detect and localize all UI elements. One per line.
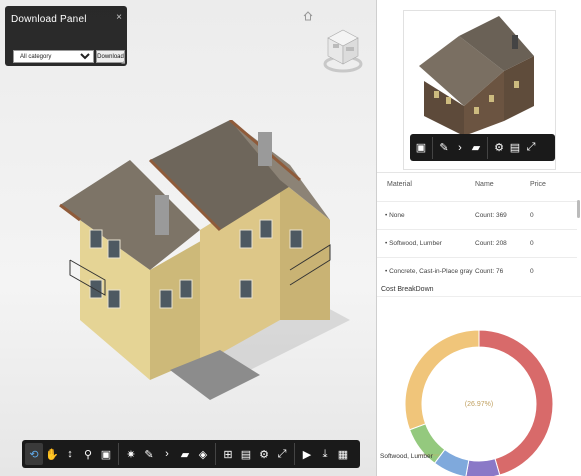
measure-icon[interactable]: ✎ xyxy=(140,443,158,465)
cost-breakdown-title: Cost BreakDown xyxy=(381,286,434,293)
cube-icon[interactable]: ◈ xyxy=(194,443,212,465)
donut-slice-purple[interactable] xyxy=(465,458,501,476)
download-panel: Download Panel × All category Download ◢ xyxy=(5,6,127,66)
preview-toolbar: ▣ ✎ › ▰ ⚙ ▤ ⤢ xyxy=(410,134,555,161)
name-cell: Count: 76 xyxy=(475,268,504,275)
column-header-material[interactable]: Material xyxy=(387,181,412,188)
house-model[interactable] xyxy=(50,120,350,420)
column-header-name[interactable]: Name xyxy=(475,181,494,188)
folder-icon[interactable]: ▰ xyxy=(468,137,484,159)
material-cell: • Concrete, Cast-in-Place gray xyxy=(385,268,473,275)
play-icon[interactable]: ▶ xyxy=(298,443,316,465)
category-select[interactable]: All category xyxy=(13,50,94,63)
material-cell: • None xyxy=(385,212,405,219)
name-cell: Count: 208 xyxy=(475,240,507,247)
table-row[interactable]: • None Count: 369 0 xyxy=(377,201,577,230)
3d-viewer[interactable]: Download Panel × All category Download ◢ xyxy=(0,0,376,476)
column-header-price[interactable]: Price xyxy=(530,181,546,188)
toolbar-divider xyxy=(215,443,216,465)
toolbar-divider xyxy=(294,443,295,465)
folder-icon[interactable]: ▰ xyxy=(176,443,194,465)
section-icon[interactable]: › xyxy=(452,137,468,159)
cost-donut-chart[interactable]: (26.97%) Softwood, Lumber xyxy=(377,300,581,476)
donut-center-label: (26.97%) xyxy=(465,401,493,408)
resize-handle-icon[interactable]: ◢ xyxy=(121,59,125,65)
camera-icon[interactable]: ▣ xyxy=(413,137,429,159)
document-icon[interactable]: ▦ xyxy=(334,443,352,465)
toolbar-divider xyxy=(487,136,488,159)
explode-icon[interactable]: ✷ xyxy=(122,443,140,465)
orbit-icon[interactable]: ⟲ xyxy=(25,443,43,465)
toolbar-divider xyxy=(432,136,433,159)
download-icon[interactable]: ⤓ xyxy=(316,443,334,465)
donut-slice-softwood-lumber[interactable] xyxy=(404,329,480,431)
viewcube-icon[interactable] xyxy=(322,24,364,76)
slice-label: Softwood, Lumber xyxy=(380,453,434,460)
price-cell: 0 xyxy=(530,268,534,275)
structure-icon[interactable]: ⊞ xyxy=(219,443,237,465)
name-cell: Count: 369 xyxy=(475,212,507,219)
home-icon[interactable] xyxy=(302,10,314,22)
download-panel-title: Download Panel xyxy=(11,14,87,25)
section-icon[interactable]: › xyxy=(158,443,176,465)
main-toolbar: ⟲ ✋ ↕ ⚲ ▣ ✷ ✎ › ▰ ◈ ⊞ ▤ ⚙ ⤢ ▶ ⤓ ▦ xyxy=(22,440,360,468)
table-scrollbar[interactable] xyxy=(577,200,580,218)
settings-icon[interactable]: ⚙ xyxy=(255,443,273,465)
toolbar-divider xyxy=(118,443,119,465)
material-table: Material Name Price • None Count: 369 0 … xyxy=(377,172,581,283)
walk-icon[interactable]: ⚲ xyxy=(79,443,97,465)
fullscreen-icon[interactable]: ⤢ xyxy=(273,443,291,465)
divider xyxy=(377,296,581,297)
pan-icon[interactable]: ✋ xyxy=(43,443,61,465)
measure-icon[interactable]: ✎ xyxy=(436,137,452,159)
price-cell: 0 xyxy=(530,240,534,247)
settings-icon[interactable]: ⚙ xyxy=(491,137,507,159)
fullscreen-icon[interactable]: ⤢ xyxy=(523,137,539,159)
camera-icon[interactable]: ▣ xyxy=(97,443,115,465)
material-cell: • Softwood, Lumber xyxy=(385,240,442,247)
properties-icon[interactable]: ▤ xyxy=(507,137,523,159)
table-row[interactable]: • Concrete, Cast-in-Place gray Count: 76… xyxy=(377,257,577,286)
price-cell: 0 xyxy=(530,212,534,219)
zoom-icon[interactable]: ↕ xyxy=(61,443,79,465)
table-row[interactable]: • Softwood, Lumber Count: 208 0 xyxy=(377,229,577,258)
properties-icon[interactable]: ▤ xyxy=(237,443,255,465)
close-icon[interactable]: × xyxy=(116,12,122,23)
